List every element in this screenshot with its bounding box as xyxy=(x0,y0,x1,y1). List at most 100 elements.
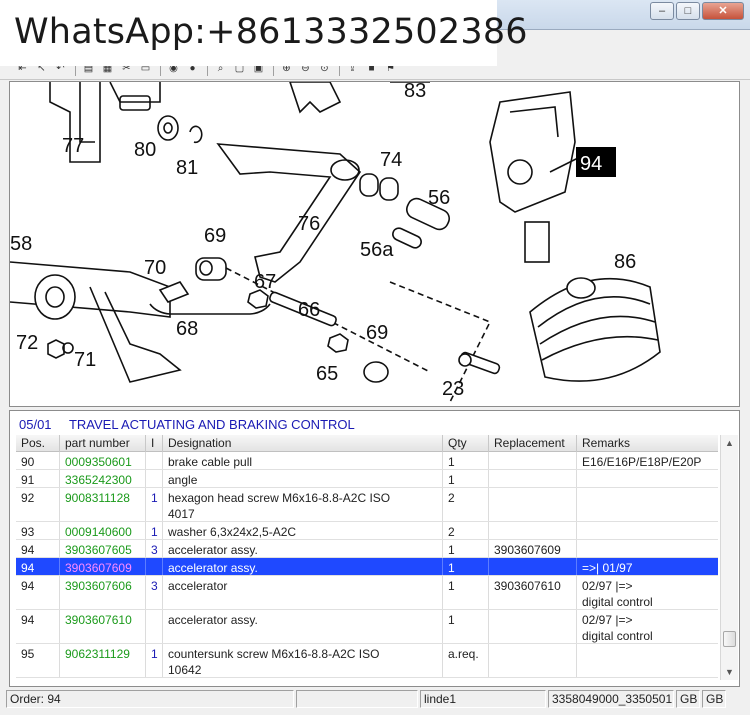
row-qty: 1 xyxy=(443,540,489,557)
callout-23[interactable]: 23 xyxy=(442,378,464,400)
table-row[interactable]: 94 3903607610 accelerator assy. 1 02/97 |=> … xyxy=(16,610,718,644)
row-qty: a.req. xyxy=(443,644,489,677)
callout-69a[interactable]: 69 xyxy=(204,225,226,247)
col-i[interactable]: I xyxy=(146,435,163,452)
table-row[interactable]: 91 3365242300 angle 1 xyxy=(16,470,718,488)
table-header: Pos. part number I Designation Qty Repla… xyxy=(16,435,718,452)
row-pos: 94 xyxy=(16,540,60,557)
row-index xyxy=(146,470,163,487)
list-vertical-scrollbar[interactable]: ▲ ▼ xyxy=(720,435,738,680)
row-pos: 93 xyxy=(16,522,60,539)
callout-66[interactable]: 66 xyxy=(298,299,320,321)
row-replacement: 3903607609 xyxy=(489,540,577,557)
status-model: linde1 xyxy=(420,690,546,708)
callout-70[interactable]: 70 xyxy=(144,257,166,279)
callout-74[interactable]: 74 xyxy=(380,149,402,171)
row-part-number[interactable]: 3903607610 xyxy=(60,610,146,643)
status-range: 3358049000_3350501 xyxy=(548,690,674,708)
callout-76[interactable]: 76 xyxy=(298,213,320,235)
row-part-number[interactable]: 0009140600 xyxy=(60,522,146,539)
table-row[interactable]: 93 0009140600 1 washer 6,3x24x2,5-A2C 2 xyxy=(16,522,718,540)
row-remarks xyxy=(577,644,718,677)
table-row[interactable]: 94 3903607605 3 accelerator assy. 1 390360760… xyxy=(16,540,718,558)
callout-67[interactable]: 67 xyxy=(254,271,276,293)
callout-94[interactable]: 94 xyxy=(580,153,602,175)
row-replacement xyxy=(489,610,577,643)
row-replacement xyxy=(489,488,577,521)
row-qty: 1 xyxy=(443,470,489,487)
row-index xyxy=(146,558,163,575)
col-part-number[interactable]: part number xyxy=(60,435,146,452)
row-remarks xyxy=(577,540,718,557)
callout-56a[interactable]: 56a xyxy=(360,239,394,261)
callout-68[interactable]: 68 xyxy=(176,318,198,340)
section-heading: 05/01 TRAVEL ACTUATING AND BRAKING CONTR… xyxy=(19,417,355,432)
contact-watermark: WhatsApp:+8613332502386 xyxy=(0,0,528,66)
row-qty: 1 xyxy=(443,610,489,643)
row-part-number[interactable]: 9008311128 xyxy=(60,488,146,521)
callout-83[interactable]: 83 xyxy=(404,82,426,102)
exploded-drawing: 77 80 81 83 94 74 56 76 56a 58 69 70 67 68 66 86 72 71 69 6… xyxy=(9,81,740,407)
row-pos: 94 xyxy=(16,558,60,575)
section-code: 05/01 xyxy=(19,417,52,432)
callout-69b[interactable]: 69 xyxy=(366,322,388,344)
table-row[interactable]: 94 3903607606 3 accelerator 1 3903607610 02/97… xyxy=(16,576,718,610)
row-part-number[interactable]: 0009350601 xyxy=(60,452,146,469)
maximize-button[interactable]: □ xyxy=(676,2,700,20)
row-designation: brake cable pull xyxy=(163,452,443,469)
callout-72[interactable]: 72 xyxy=(16,332,38,354)
row-replacement xyxy=(489,470,577,487)
row-index: 3 xyxy=(146,540,163,557)
col-qty[interactable]: Qty xyxy=(443,435,489,452)
section-title: TRAVEL ACTUATING AND BRAKING CONTROL xyxy=(68,417,355,432)
callout-65[interactable]: 65 xyxy=(316,363,338,385)
row-index: 3 xyxy=(146,576,163,609)
table-row[interactable]: 92 9008311128 1 hexagon head screw M6x16-8.… xyxy=(16,488,718,522)
col-remarks[interactable]: Remarks xyxy=(577,435,718,452)
callout-81[interactable]: 81 xyxy=(176,157,198,179)
callout-77[interactable]: 77 xyxy=(62,135,84,157)
row-part-number[interactable]: 3903607605 xyxy=(60,540,146,557)
scroll-up-icon[interactable]: ▲ xyxy=(721,435,738,451)
row-remarks xyxy=(577,470,718,487)
col-replacement[interactable]: Replacement xyxy=(489,435,577,452)
callout-86[interactable]: 86 xyxy=(614,251,636,273)
row-qty: 2 xyxy=(443,522,489,539)
row-part-number[interactable]: 3365242300 xyxy=(60,470,146,487)
scroll-down-icon[interactable]: ▼ xyxy=(721,664,738,680)
parts-drawing-svg: 77 80 81 83 94 74 56 76 56a 58 69 70 67 68 66 86 72 71 69 6… xyxy=(10,82,661,403)
row-designation: accelerator assy. xyxy=(163,558,443,575)
parts-list-panel: 05/01 TRAVEL ACTUATING AND BRAKING CONTR… xyxy=(9,410,740,687)
row-designation: accelerator xyxy=(163,576,443,609)
status-bar: Order: 94 linde1 3358049000_3350501 GB G… xyxy=(0,689,750,711)
minimize-button[interactable]: ‒ xyxy=(650,2,674,20)
row-qty: 1 xyxy=(443,452,489,469)
callout-58[interactable]: 58 xyxy=(10,233,32,255)
row-index: 1 xyxy=(146,488,163,521)
table-row[interactable]: 94 3903607609 accelerator assy. 1 =>| 01/97 xyxy=(16,558,718,576)
status-order: Order: 94 xyxy=(6,690,294,708)
row-designation: countersunk screw M6x16-8.8-A2C ISO 1064… xyxy=(163,644,443,677)
scroll-thumb[interactable] xyxy=(723,631,736,647)
callout-71[interactable]: 71 xyxy=(74,349,96,371)
close-button[interactable]: ✕ xyxy=(702,2,744,20)
table-row[interactable]: 90 0009350601 brake cable pull 1 E16/E16P/E1… xyxy=(16,452,718,470)
col-designation[interactable]: Designation xyxy=(163,435,443,452)
row-pos: 91 xyxy=(16,470,60,487)
row-part-number[interactable]: 3903607609 xyxy=(60,558,146,575)
col-pos[interactable]: Pos. xyxy=(16,435,60,452)
row-part-number[interactable]: 3903607606 xyxy=(60,576,146,609)
callout-56[interactable]: 56 xyxy=(428,187,450,209)
row-designation: accelerator assy. xyxy=(163,540,443,557)
row-index: 1 xyxy=(146,644,163,677)
row-replacement xyxy=(489,644,577,677)
callout-80[interactable]: 80 xyxy=(134,139,156,161)
row-part-number[interactable]: 9062311129 xyxy=(60,644,146,677)
row-designation: accelerator assy. xyxy=(163,610,443,643)
table-row[interactable]: 95 9062311129 1 countersunk screw M6x16-8.8… xyxy=(16,644,718,678)
row-replacement xyxy=(489,522,577,539)
row-remarks: E16/E16P/E18P/E20P xyxy=(582,455,702,469)
row-index xyxy=(146,452,163,469)
row-pos: 94 xyxy=(16,610,60,643)
row-qty: 2 xyxy=(443,488,489,521)
